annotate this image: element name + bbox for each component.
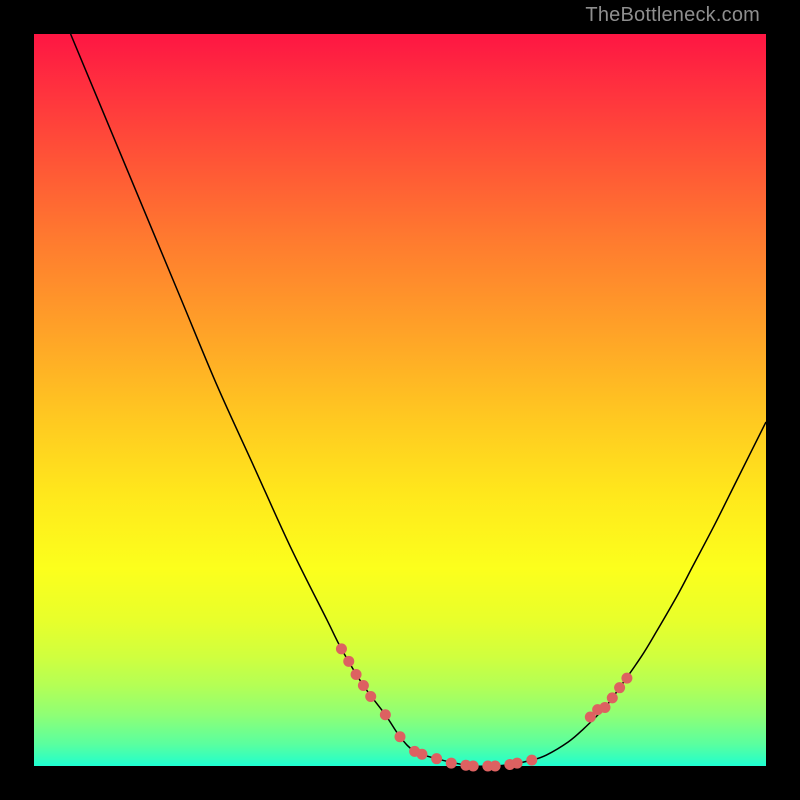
highlight-dot bbox=[416, 749, 427, 760]
highlight-dot bbox=[490, 761, 501, 772]
highlight-dot bbox=[599, 702, 610, 713]
highlight-dot bbox=[607, 692, 618, 703]
bottleneck-curve bbox=[71, 34, 766, 766]
highlight-dot bbox=[468, 761, 479, 772]
highlight-dot bbox=[365, 691, 376, 702]
highlight-dot bbox=[336, 643, 347, 654]
chart-area bbox=[34, 34, 766, 766]
highlight-dot bbox=[395, 731, 406, 742]
highlight-dot bbox=[380, 709, 391, 720]
watermark-text: TheBottleneck.com bbox=[585, 4, 760, 27]
highlight-dot bbox=[343, 656, 354, 667]
highlight-dot bbox=[351, 669, 362, 680]
highlight-dot bbox=[446, 758, 457, 769]
highlight-dot bbox=[358, 680, 369, 691]
highlight-dot bbox=[431, 753, 442, 764]
highlight-dot bbox=[621, 673, 632, 684]
highlight-dot bbox=[526, 755, 537, 766]
bottleneck-plot bbox=[34, 34, 766, 766]
highlight-dot bbox=[512, 758, 523, 769]
highlight-dot bbox=[614, 682, 625, 693]
